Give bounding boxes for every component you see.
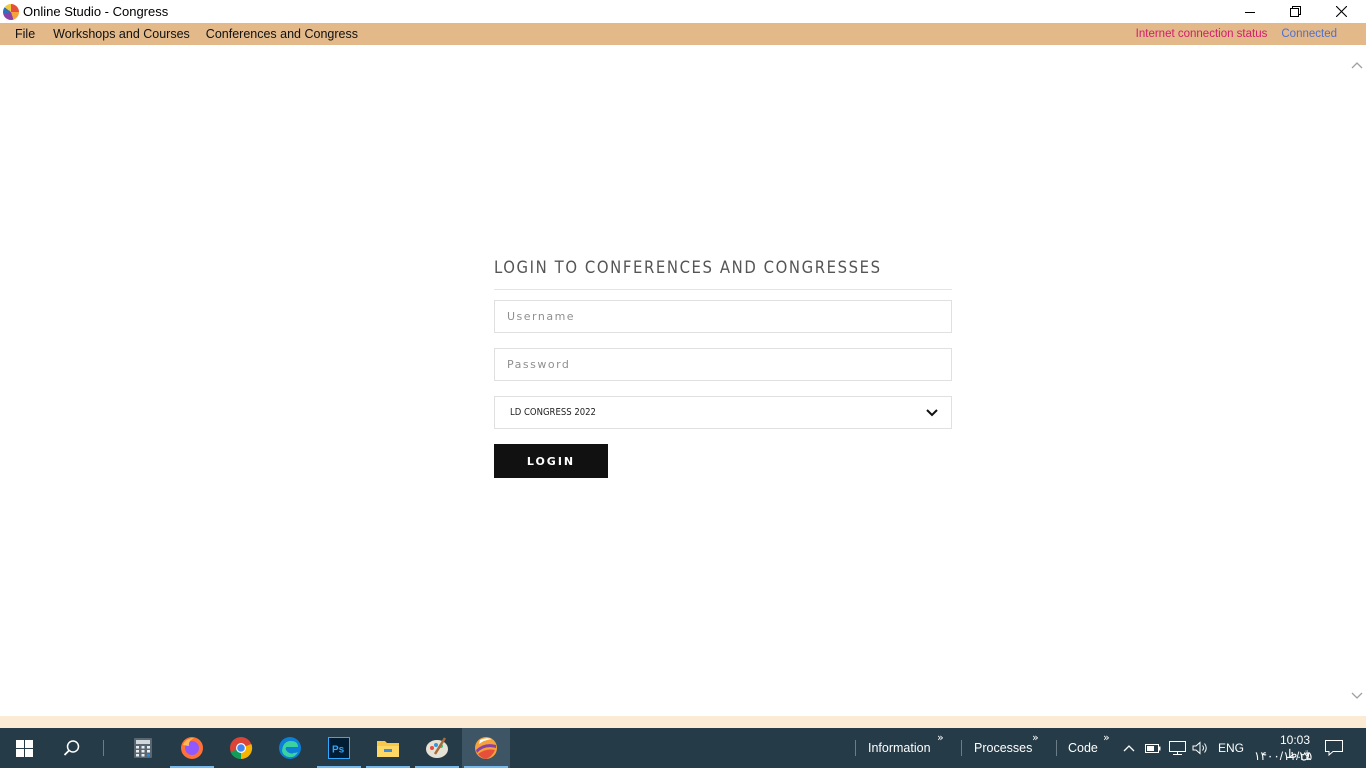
toolbar-information-label: Information [868,741,931,755]
taskbar-separator [1056,740,1057,756]
notifications-button[interactable] [1318,728,1350,768]
online-studio-icon [475,737,497,759]
taskbar-chrome[interactable] [217,728,265,768]
connection-status-label: Internet connection status [1135,28,1268,40]
window-title: Online Studio - Congress [23,4,169,19]
app-window: Online Studio - Congress File Workshops … [0,0,1366,768]
taskbar-separator [855,740,856,756]
chevron-down-icon [926,408,938,416]
close-icon [1335,6,1347,17]
network-icon [1168,741,1186,755]
action-center-icon [1325,740,1343,756]
taskbar-separator [961,740,962,756]
battery-tray[interactable] [1142,728,1164,768]
main-content: LOGIN TO CONFERENCES AND CONGRESSES LD C… [0,45,1366,716]
connection-status: Internet connection status Connected [1136,23,1337,45]
volume-tray[interactable] [1189,728,1211,768]
status-strip [0,716,1366,728]
restore-icon [1289,6,1301,17]
congress-select-value: LD CONGRESS 2022 [510,407,596,418]
login-title: LOGIN TO CONFERENCES AND CONGRESSES [494,259,952,290]
taskbar-paint[interactable] [413,728,461,768]
close-button[interactable] [1318,0,1364,23]
show-hidden-icons-button[interactable] [1119,728,1139,768]
taskbar-photoshop[interactable]: Ps [315,728,363,768]
firefox-icon [181,737,203,759]
taskbar-calculator[interactable] [119,728,167,768]
language-indicator[interactable]: ENG [1218,741,1244,755]
clock-date[interactable]: ۱۴۰۰/۱۱/۲۵ [1254,749,1312,763]
network-tray[interactable] [1166,728,1188,768]
taskbar-firefox[interactable] [168,728,216,768]
file-explorer-icon [377,741,399,757]
title-bar: Online Studio - Congress [0,0,1366,23]
edge-icon [279,737,301,759]
start-button[interactable] [0,728,48,768]
password-field[interactable] [494,348,952,381]
chevron-right-icon[interactable]: » [937,731,944,744]
battery-icon [1145,744,1161,753]
volume-icon [1192,741,1207,755]
calculator-icon [134,738,152,758]
login-button[interactable]: LOGIN [494,444,608,478]
toolbar-processes-label: Processes [974,741,1033,755]
menu-conferences-and-congress[interactable]: Conferences and Congress [198,23,366,45]
start-icon [15,739,33,757]
search-button[interactable] [48,728,96,768]
toolbar-code-label: Code [1068,741,1098,755]
menu-file[interactable]: File [0,23,45,45]
app-logo-icon [3,3,19,20]
photoshop-label: Ps [332,745,345,756]
paint-icon [426,737,448,758]
connection-status-value: Connected [1281,28,1337,40]
chevron-right-icon[interactable]: » [1032,731,1039,744]
taskbar-online-studio[interactable] [462,728,510,768]
chevron-right-icon[interactable]: » [1103,731,1110,744]
password-input[interactable] [507,349,951,380]
minimize-button[interactable] [1227,0,1273,23]
login-form: LOGIN TO CONFERENCES AND CONGRESSES LD C… [494,259,952,478]
menu-workshops-and-courses[interactable]: Workshops and Courses [45,23,198,45]
toolbar-information[interactable]: Information [868,728,931,768]
taskbar-edge[interactable] [266,728,314,768]
taskbar: Ps Information » Processes » Code » ENG … [0,728,1366,768]
username-input[interactable] [507,301,951,332]
toolbar-processes[interactable]: Processes [974,728,1032,768]
scroll-up-icon[interactable] [1351,60,1363,72]
chrome-icon [230,737,253,760]
taskbar-file-explorer[interactable] [364,728,412,768]
chevron-up-icon [1123,745,1135,752]
congress-select[interactable]: LD CONGRESS 2022 [494,396,952,429]
minimize-icon [1245,11,1255,13]
taskbar-separator [103,740,104,756]
menu-bar: File Workshops and Courses Conferences a… [0,23,1366,45]
restore-button[interactable] [1272,0,1318,23]
scroll-down-icon[interactable] [1351,689,1363,701]
username-field[interactable] [494,300,952,333]
toolbar-code[interactable]: Code [1068,728,1098,768]
search-icon [63,740,80,756]
photoshop-icon: Ps [328,737,350,759]
